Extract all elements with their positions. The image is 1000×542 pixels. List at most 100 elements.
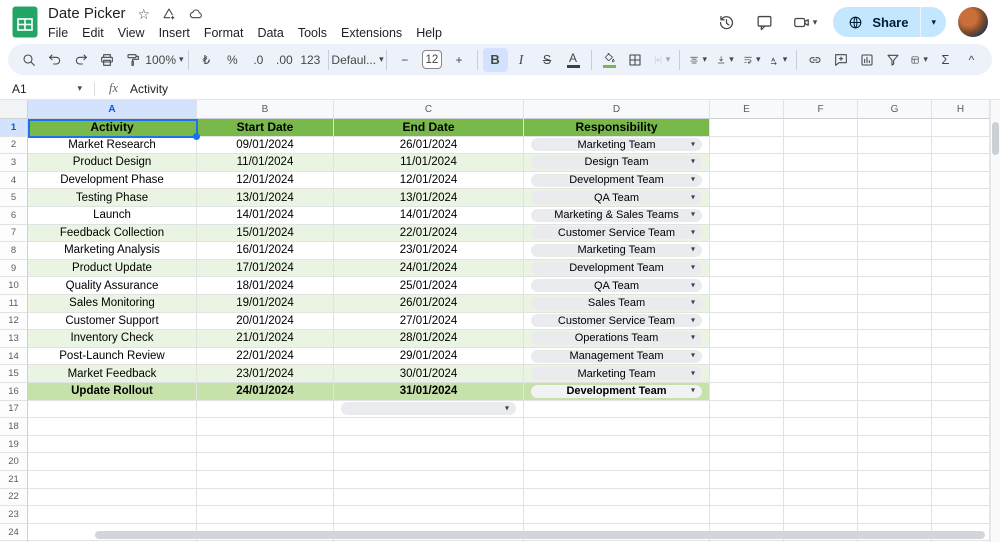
text-wrapping-button[interactable]: ▾ [739,48,765,72]
cell-B21[interactable] [197,471,334,489]
cell-C20[interactable] [334,453,524,471]
cell-C6[interactable]: 14/01/2024 [334,207,524,225]
format-percent-button[interactable]: % [220,48,245,72]
font-size-input[interactable]: 12 [422,50,441,69]
cell-D18[interactable] [524,418,710,436]
cell-E6[interactable] [710,207,784,225]
join-call-button[interactable]: ▾ [786,13,824,32]
dropdown-D3[interactable]: Design Team▾ [531,156,702,169]
cell-H6[interactable] [932,207,990,225]
cell-H19[interactable] [932,436,990,454]
cell-F5[interactable] [784,189,858,207]
cell-C1[interactable]: End Date [334,119,524,137]
cell-G12[interactable] [858,313,932,331]
cell-G13[interactable] [858,330,932,348]
cell-H9[interactable] [932,260,990,278]
cell-E3[interactable] [710,154,784,172]
cell-D15[interactable]: Marketing Team▾ [524,365,710,383]
cell-A18[interactable] [28,418,197,436]
cell-C3[interactable]: 11/01/2024 [334,154,524,172]
cell-A19[interactable] [28,436,197,454]
cell-B3[interactable]: 11/01/2024 [197,154,334,172]
cell-A20[interactable] [28,453,197,471]
cell-B23[interactable] [197,506,334,524]
cell-A10[interactable]: Quality Assurance [28,277,197,295]
menu-tools[interactable]: Tools [291,25,334,41]
cell-H2[interactable] [932,137,990,155]
cell-C11[interactable]: 26/01/2024 [334,295,524,313]
cell-D3[interactable]: Design Team▾ [524,154,710,172]
cell-E15[interactable] [710,365,784,383]
cell-D9[interactable]: Development Team▾ [524,260,710,278]
cell-B20[interactable] [197,453,334,471]
cell-F19[interactable] [784,436,858,454]
merge-cells-button[interactable]: ▾ [649,48,675,72]
dropdown-D14[interactable]: Management Team▾ [531,350,702,363]
cell-B10[interactable]: 18/01/2024 [197,277,334,295]
horizontal-scrollbar-thumb[interactable] [95,531,985,539]
cell-A2[interactable]: Market Research [28,137,197,155]
cell-D20[interactable] [524,453,710,471]
cell-A1[interactable]: Activity [28,119,197,137]
star-icon[interactable]: ☆ [138,7,151,21]
cell-B17[interactable] [197,401,334,419]
cell-E1[interactable] [710,119,784,137]
chevron-down-icon[interactable]: ▾ [813,18,818,27]
cell-H13[interactable] [932,330,990,348]
menu-file[interactable]: File [41,25,75,41]
row-header-5[interactable]: 5 [0,189,28,207]
cell-H14[interactable] [932,348,990,366]
select-all-corner[interactable] [0,100,28,119]
dropdown-D6[interactable]: Marketing & Sales Teams▾ [531,209,702,222]
dropdown-D15[interactable]: Marketing Team▾ [531,367,702,380]
cell-E23[interactable] [710,506,784,524]
decrease-font-size-button[interactable]: − [392,48,417,72]
cell-G8[interactable] [858,242,932,260]
cell-F21[interactable] [784,471,858,489]
italic-button[interactable]: I [509,48,534,72]
functions-button[interactable]: Σ [933,48,958,72]
cell-A22[interactable] [28,489,197,507]
fill-handle[interactable] [193,133,200,140]
horizontal-align-button[interactable]: ▾ [685,48,711,72]
cell-F7[interactable] [784,225,858,243]
cell-G22[interactable] [858,489,932,507]
vertical-scrollbar-thumb[interactable] [992,122,999,155]
row-header-10[interactable]: 10 [0,277,28,295]
share-dropdown[interactable]: ▾ [920,7,946,37]
row-header-15[interactable]: 15 [0,365,28,383]
row-header-6[interactable]: 6 [0,207,28,225]
cell-G23[interactable] [858,506,932,524]
row-header-24[interactable]: 24 [0,524,28,542]
cell-G14[interactable] [858,348,932,366]
cell-A6[interactable]: Launch [28,207,197,225]
cell-B16[interactable]: 24/01/2024 [197,383,334,401]
cell-F23[interactable] [784,506,858,524]
cell-B18[interactable] [197,418,334,436]
cell-C12[interactable]: 27/01/2024 [334,313,524,331]
document-title[interactable]: Date Picker [48,5,126,22]
cell-A15[interactable]: Market Feedback [28,365,197,383]
cell-A7[interactable]: Feedback Collection [28,225,197,243]
cell-G1[interactable] [858,119,932,137]
row-header-17[interactable]: 17 [0,401,28,419]
row-header-2[interactable]: 2 [0,137,28,155]
cell-G5[interactable] [858,189,932,207]
cell-E20[interactable] [710,453,784,471]
dropdown-D8[interactable]: Marketing Team▾ [531,244,702,257]
cell-D7[interactable]: Customer Service Team▾ [524,225,710,243]
cell-E8[interactable] [710,242,784,260]
cell-B11[interactable]: 19/01/2024 [197,295,334,313]
row-header-18[interactable]: 18 [0,418,28,436]
cell-G11[interactable] [858,295,932,313]
cell-F16[interactable] [784,383,858,401]
cell-B7[interactable]: 15/01/2024 [197,225,334,243]
cell-H8[interactable] [932,242,990,260]
cell-C13[interactable]: 28/01/2024 [334,330,524,348]
cell-C15[interactable]: 30/01/2024 [334,365,524,383]
menu-format[interactable]: Format [197,25,251,41]
cell-A11[interactable]: Sales Monitoring [28,295,197,313]
row-header-9[interactable]: 9 [0,260,28,278]
dropdown-D13[interactable]: Operations Team▾ [531,332,702,345]
cell-A3[interactable]: Product Design [28,154,197,172]
